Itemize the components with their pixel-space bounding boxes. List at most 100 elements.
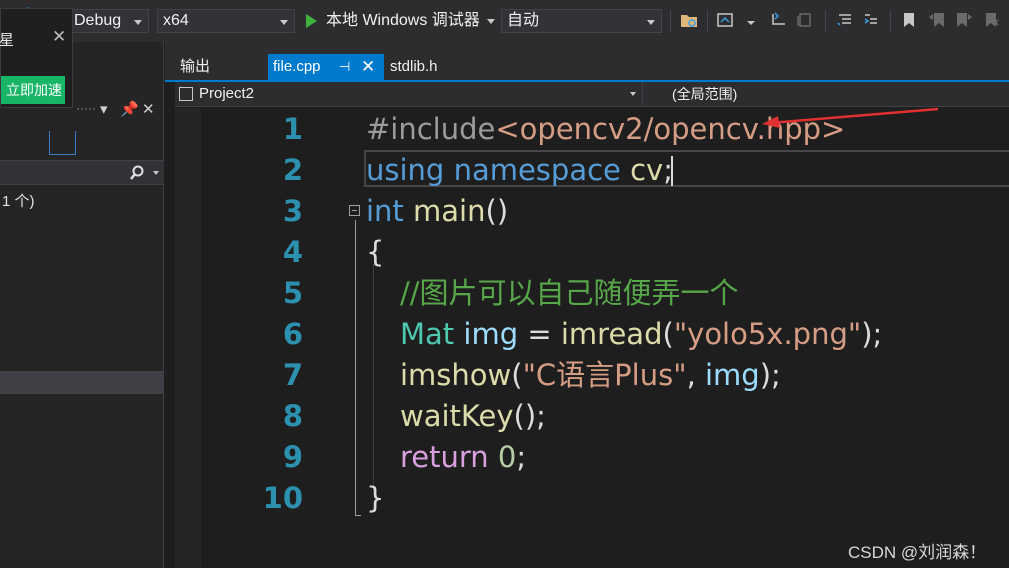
watermark: CSDN @刘润森！ bbox=[848, 543, 987, 562]
open-folder-icon[interactable] bbox=[680, 11, 698, 29]
tab-stdlib-h[interactable]: stdlib.h bbox=[385, 54, 475, 80]
uncomment-icon[interactable] bbox=[862, 11, 880, 29]
solution-explorer-panel: ▾ 📌 ✕ 1 个) bbox=[0, 42, 164, 568]
search-bar[interactable] bbox=[0, 160, 164, 185]
solution-config-dropdown[interactable]: 自动 bbox=[501, 9, 662, 33]
line-number: 9 bbox=[282, 440, 303, 474]
code-token: Mat bbox=[400, 317, 455, 351]
start-debugging-label: 本地 Windows 调试器 bbox=[326, 12, 480, 29]
code-line[interactable]: 10} bbox=[201, 478, 1009, 519]
code-token: imshow bbox=[400, 358, 512, 392]
main-toolbar: Cl Debug x64 本地 Windows 调试器 自动 bbox=[0, 0, 1009, 42]
panel-header-controls: ▾ 📌 ✕ bbox=[100, 100, 160, 118]
home-icon[interactable] bbox=[716, 11, 734, 29]
code-token: namespace bbox=[453, 153, 621, 187]
code-token: } bbox=[366, 481, 385, 515]
layout-icon[interactable] bbox=[796, 11, 814, 29]
code-token: "yolo5x.png" bbox=[673, 317, 862, 351]
close-icon[interactable]: ✕ bbox=[142, 100, 155, 118]
code-line[interactable]: 7 imshow("C语言Plus", img); bbox=[201, 355, 1009, 396]
project-dropdown[interactable]: Project2 bbox=[175, 82, 643, 106]
toolbar-separator bbox=[890, 10, 891, 32]
code-text: return 0; bbox=[400, 437, 526, 478]
code-line[interactable]: 8 waitKey(); bbox=[201, 396, 1009, 437]
tab-label: file.cpp bbox=[273, 58, 321, 75]
code-line[interactable]: 9 return 0; bbox=[201, 437, 1009, 478]
code-text: using namespace cv; bbox=[366, 150, 673, 191]
panel-grip[interactable] bbox=[76, 107, 96, 111]
code-token: , bbox=[686, 358, 705, 392]
code-line[interactable]: 4{ bbox=[201, 232, 1009, 273]
tree-item-label[interactable]: 1 个) bbox=[2, 190, 35, 211]
code-token: ; bbox=[663, 153, 673, 187]
search-icon[interactable] bbox=[130, 165, 144, 181]
code-token: ( bbox=[662, 317, 674, 351]
popup-title: 星 bbox=[0, 32, 15, 49]
configuration-dropdown[interactable]: Debug bbox=[68, 9, 149, 33]
code-token: imread bbox=[560, 317, 663, 351]
code-text: //图片可以自己随便弄一个 bbox=[400, 273, 739, 314]
pin-icon[interactable]: ⊣ bbox=[339, 54, 350, 80]
selected-tree-row[interactable] bbox=[0, 371, 163, 394]
panel-menu-icon[interactable]: ▾ bbox=[100, 100, 108, 118]
code-line[interactable]: 6 Mat img = imread("yolo5x.png"); bbox=[201, 314, 1009, 355]
tabbar-spacer bbox=[165, 42, 1009, 54]
tab-file-cpp[interactable]: file.cpp ⊣ ✕ bbox=[268, 54, 384, 80]
code-line[interactable]: 3 int main() bbox=[201, 191, 1009, 232]
line-number: 5 bbox=[282, 276, 303, 310]
panel-field[interactable] bbox=[49, 131, 76, 155]
code-line[interactable]: 2 using namespace cv; bbox=[201, 150, 1009, 191]
toolbar-separator bbox=[670, 10, 671, 32]
code-token: //图片可以自己随便弄一个 bbox=[400, 276, 739, 310]
clear-bookmarks-icon[interactable] bbox=[982, 11, 1000, 29]
code-token: { bbox=[366, 235, 385, 269]
code-token: = bbox=[518, 317, 561, 351]
line-number: 4 bbox=[282, 235, 303, 269]
code-line[interactable]: 5 //图片可以自己随便弄一个 bbox=[201, 273, 1009, 314]
outline-icon[interactable] bbox=[836, 11, 854, 29]
code-token: ); bbox=[759, 358, 781, 392]
code-token: waitKey bbox=[400, 399, 514, 433]
close-icon[interactable]: ✕ bbox=[52, 27, 66, 47]
code-token: 0 bbox=[497, 440, 517, 474]
pin-icon[interactable]: 📌 bbox=[120, 100, 139, 118]
tab-label: stdlib.h bbox=[390, 58, 438, 75]
code-token: #include bbox=[366, 112, 496, 146]
code-token: cv bbox=[630, 153, 664, 187]
code-token: return bbox=[400, 440, 489, 474]
next-bookmark-icon[interactable] bbox=[955, 11, 973, 29]
solution-config-value: 自动 bbox=[507, 12, 540, 29]
tab-output[interactable]: 输出 bbox=[175, 54, 255, 80]
accelerate-button[interactable]: 立即加速 bbox=[1, 76, 65, 104]
toolbar-separator bbox=[825, 10, 826, 32]
line-number: 6 bbox=[282, 317, 303, 351]
step-icon[interactable] bbox=[770, 11, 788, 29]
code-text: { bbox=[366, 232, 384, 273]
code-editor[interactable]: 1 #include<opencv2/opencv.hpp> 2 using name… bbox=[201, 108, 1009, 568]
code-token: using bbox=[366, 153, 445, 187]
code-token: "C语言Plus" bbox=[522, 358, 687, 392]
start-debugging-button[interactable]: 本地 Windows 调试器 bbox=[303, 9, 499, 33]
tab-label: 输出 bbox=[180, 58, 211, 75]
close-icon[interactable]: ✕ bbox=[361, 54, 375, 80]
project-icon bbox=[179, 87, 193, 101]
chevron-down-icon bbox=[630, 92, 636, 96]
code-text: Mat img = imread("yolo5x.png"); bbox=[400, 314, 882, 355]
code-text: imshow("C语言Plus", img); bbox=[400, 355, 781, 396]
code-text: } bbox=[366, 478, 384, 519]
play-icon bbox=[306, 14, 317, 28]
bookmark-icon[interactable] bbox=[900, 11, 918, 29]
chevron-down-icon bbox=[134, 20, 142, 25]
scope-dropdown[interactable]: (全局范围) bbox=[672, 82, 737, 106]
chevron-down-icon[interactable] bbox=[487, 19, 495, 24]
chevron-down-icon[interactable] bbox=[153, 171, 159, 175]
dropdown-icon[interactable] bbox=[742, 11, 760, 29]
platform-dropdown[interactable]: x64 bbox=[157, 9, 295, 33]
code-token: ); bbox=[861, 317, 883, 351]
previous-bookmark-icon[interactable] bbox=[928, 11, 946, 29]
code-text: int main() bbox=[366, 191, 508, 232]
